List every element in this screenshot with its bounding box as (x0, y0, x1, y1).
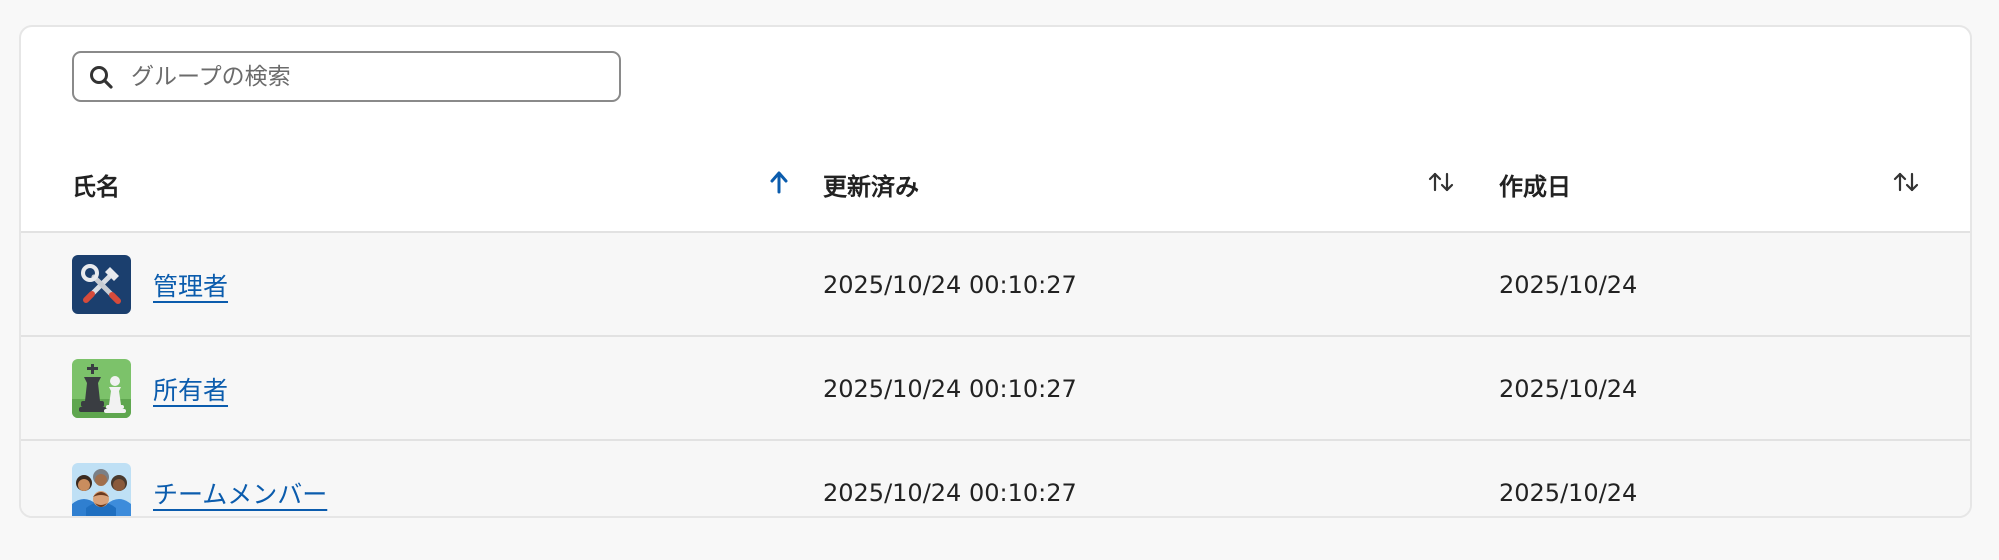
table-header: 氏名 更新済み 作成日 (21, 135, 1970, 233)
updated-cell: 2025/10/24 00:10:27 (823, 479, 1077, 507)
column-header-label: 更新済み (823, 172, 919, 201)
group-name-link[interactable]: 所有者 (153, 337, 228, 441)
column-header-label: 氏名 (72, 172, 120, 201)
search-input[interactable] (131, 63, 601, 90)
column-header-name[interactable]: 氏名 (72, 135, 120, 233)
updated-cell: 2025/10/24 00:10:27 (823, 375, 1077, 403)
created-cell: 2025/10/24 (1499, 375, 1638, 403)
table-row: チームメンバー 2025/10/24 00:10:27 2025/10/24 (21, 441, 1970, 516)
table-row: 所有者 2025/10/24 00:10:27 2025/10/24 (21, 337, 1970, 441)
created-cell: 2025/10/24 (1499, 479, 1638, 507)
group-name-link[interactable]: 管理者 (153, 233, 228, 337)
group-name-link[interactable]: チームメンバー (153, 441, 327, 516)
column-header-label: 作成日 (1499, 172, 1571, 201)
table-row: 管理者 2025/10/24 00:10:27 2025/10/24 (21, 233, 1970, 337)
updated-cell: 2025/10/24 00:10:27 (823, 271, 1077, 299)
team-icon (72, 463, 131, 516)
sort-ascending-icon[interactable] (764, 167, 794, 197)
tools-icon (72, 255, 131, 314)
column-header-updated[interactable]: 更新済み (823, 135, 919, 233)
sort-toggle-icon[interactable] (1891, 167, 1921, 197)
sort-toggle-icon[interactable] (1426, 167, 1456, 197)
search-box[interactable] (72, 51, 621, 102)
chess-icon (72, 359, 131, 418)
created-cell: 2025/10/24 (1499, 271, 1638, 299)
search-icon (88, 64, 114, 90)
groups-table-card: 氏名 更新済み 作成日 (19, 25, 1972, 518)
column-header-created[interactable]: 作成日 (1499, 135, 1571, 233)
